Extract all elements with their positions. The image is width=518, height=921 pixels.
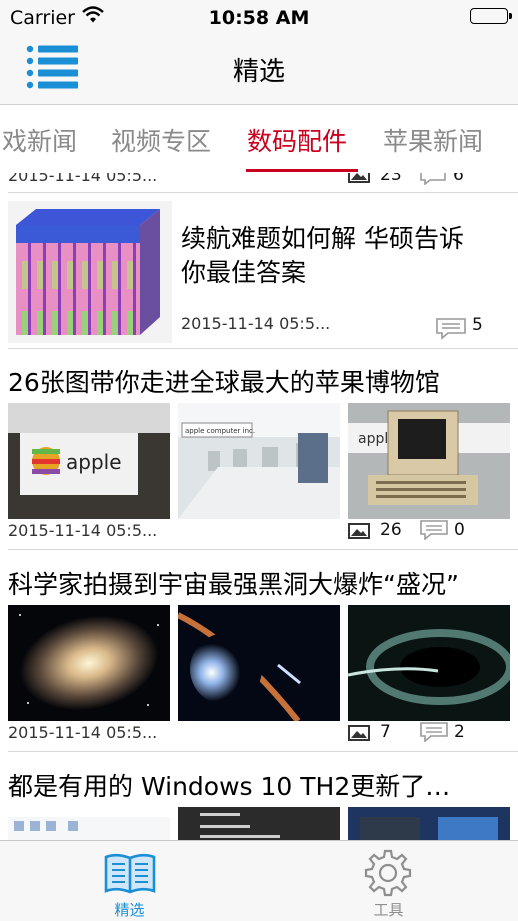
image-count-icon — [348, 523, 370, 539]
navigation-bar: 精选 — [0, 34, 518, 105]
clock: 10:58 AM — [208, 7, 310, 29]
svg-text:apple computer inc.: apple computer inc. — [185, 427, 255, 435]
battery-icon — [470, 8, 512, 24]
article-image-1 — [8, 807, 170, 840]
tab-digital-accessories[interactable]: 数码配件 — [247, 122, 347, 158]
comment-count: 6 — [453, 173, 464, 185]
article-image-2 — [178, 807, 340, 840]
image-count: 7 — [380, 722, 391, 742]
article-title: 26张图带你走进全球最大的苹果博物馆 — [8, 368, 440, 397]
article-image-3 — [348, 807, 510, 840]
article-image-1 — [8, 605, 170, 721]
gear-icon — [364, 849, 412, 897]
tab-featured[interactable]: 精选 — [0, 841, 259, 921]
comment-count: 0 — [454, 520, 465, 540]
comment-count: 5 — [472, 315, 483, 335]
news-feed[interactable]: 2015-11-14 05:5... 23 6 续航难题如何解 华硕告诉 你最佳… — [0, 173, 518, 840]
article-title: 都是有用的 Windows 10 TH2更新了… — [8, 772, 451, 801]
item-date: 2015-11-14 05:5... — [8, 173, 158, 185]
item-date: 2015-11-14 05:5... — [8, 723, 158, 742]
divider — [8, 549, 518, 550]
tab-game-news[interactable]: 戏新闻 — [2, 122, 77, 158]
article-title-line-1: 续航难题如何解 华硕告诉 — [181, 224, 464, 253]
svg-text:apple: apple — [66, 450, 122, 474]
divider — [8, 348, 518, 349]
book-icon — [104, 853, 156, 894]
article-image-2 — [178, 605, 340, 721]
image-count-icon — [348, 173, 370, 183]
article-image-3 — [348, 605, 510, 721]
image-count: 23 — [380, 173, 402, 185]
divider — [8, 751, 518, 752]
tab-video-zone[interactable]: 视频专区 — [111, 122, 211, 158]
comment-icon — [420, 173, 446, 185]
article-thumbnail — [8, 201, 172, 343]
article-image-3: apple — [348, 403, 510, 519]
image-count: 26 — [380, 520, 402, 540]
tab-tools-label: 工具 — [373, 901, 404, 919]
comment-icon — [436, 318, 466, 340]
image-count-icon — [348, 725, 370, 741]
article-title: 科学家拍摄到宇宙最强黑洞大爆炸“盛况” — [8, 570, 459, 599]
bottom-tab-bar: 精选 工具 — [0, 840, 518, 921]
tab-apple-news[interactable]: 苹果新闻 — [383, 122, 483, 158]
page-title: 精选 — [232, 57, 285, 87]
item-date: 2015-11-14 05:5... — [8, 521, 158, 540]
comment-count: 2 — [454, 722, 465, 742]
article-image-1: apple — [8, 403, 170, 519]
divider — [8, 192, 518, 193]
tab-featured-label: 精选 — [114, 901, 145, 919]
tab-tools[interactable]: 工具 — [259, 841, 518, 921]
article-title-line-2: 你最佳答案 — [181, 258, 307, 287]
active-tab-indicator — [246, 169, 358, 172]
article-image-2: apple computer inc. — [178, 403, 340, 519]
status-bar: Carrier 10:58 AM — [0, 0, 518, 34]
category-tabs: 戏新闻 视频专区 数码配件 苹果新闻 — [0, 105, 518, 173]
comment-icon — [420, 722, 448, 742]
item-date: 2015-11-14 05:5... — [181, 314, 331, 333]
comment-icon — [420, 520, 448, 540]
